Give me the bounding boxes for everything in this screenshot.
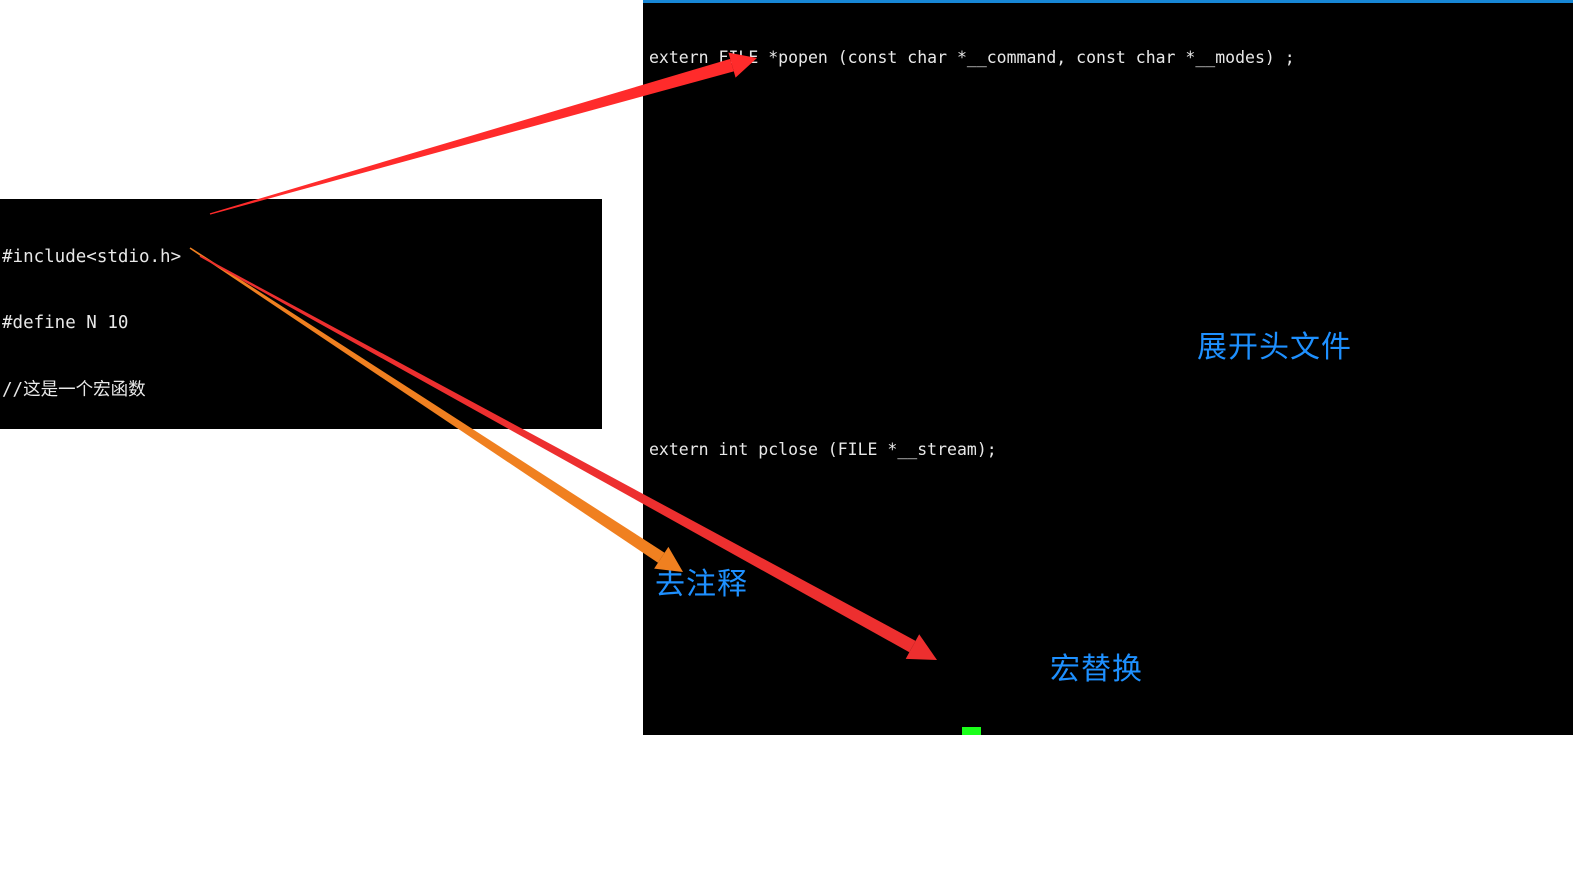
- annotation-label-expand-header: 展开头文件: [1197, 330, 1352, 365]
- preprocessed-output-terminal[interactable]: extern FILE *popen (const char *__comman…: [643, 0, 1573, 735]
- annotation-label-macro-replace: 宏替换: [1050, 652, 1143, 687]
- code-line: #include<stdio.h>: [2, 246, 182, 267]
- source-code-terminal[interactable]: #include<stdio.h> #define N 10 //这是一个宏函数…: [0, 199, 602, 429]
- output-line: extern FILE *popen (const char *__comman…: [649, 47, 1295, 67]
- screenshot-canvas: #include<stdio.h> #define N 10 //这是一个宏函数…: [0, 0, 1573, 882]
- annotation-label-remove-comment: 去注释: [655, 567, 748, 602]
- code-line: //这是一个宏函数: [2, 380, 146, 401]
- text-cursor: [962, 727, 981, 735]
- code-line: #define N 10: [2, 313, 129, 334]
- output-line: extern int pclose (FILE *__stream);: [649, 439, 997, 459]
